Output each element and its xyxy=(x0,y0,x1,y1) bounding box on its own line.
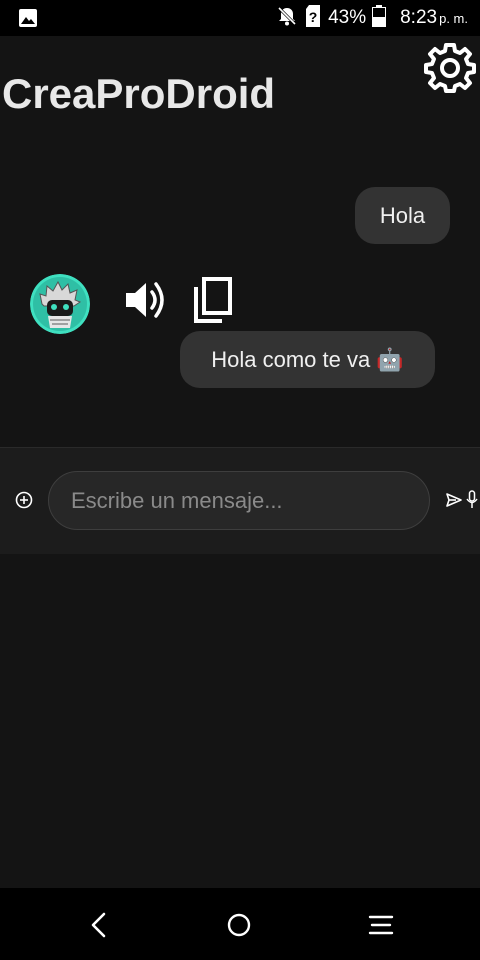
user-message-text: Hola xyxy=(379,202,426,228)
add-circle-icon xyxy=(15,491,33,509)
menu-button[interactable] xyxy=(364,908,398,942)
home-button[interactable] xyxy=(222,908,256,942)
back-button[interactable] xyxy=(82,908,116,942)
mic-button[interactable] xyxy=(466,490,478,510)
attach-button[interactable] xyxy=(14,490,34,510)
status-bar: ? 43% 8:23 p. m. xyxy=(0,0,480,36)
battery-icon xyxy=(372,4,387,32)
menu-icon xyxy=(368,915,394,935)
navigation-bar xyxy=(0,888,480,960)
gear-icon xyxy=(424,43,476,93)
svg-text:?: ? xyxy=(309,9,318,25)
notifications-off-icon xyxy=(276,5,298,32)
image-icon xyxy=(18,8,38,33)
clock-ampm: p. m. xyxy=(439,11,468,26)
back-icon xyxy=(91,912,106,938)
home-icon xyxy=(227,913,251,937)
mic-icon xyxy=(466,490,478,508)
settings-button[interactable] xyxy=(424,41,476,93)
clock-time: 8:23 xyxy=(400,7,438,28)
message-input[interactable] xyxy=(48,471,430,530)
speak-message-button[interactable] xyxy=(122,278,170,322)
bot-avatar xyxy=(30,274,90,334)
send-button[interactable] xyxy=(445,491,463,509)
copy-icon xyxy=(194,277,232,323)
bot-message-bubble: Hola como te va 🤖 xyxy=(180,331,435,388)
no-sim-icon: ? xyxy=(304,4,322,33)
send-icon xyxy=(446,493,462,507)
bot-message-text: Hola como te va 🤖 xyxy=(211,346,404,372)
app-title: CreaProDroid xyxy=(2,70,276,117)
speaker-icon xyxy=(126,282,164,318)
copy-message-button[interactable] xyxy=(190,275,236,325)
battery-percent: 43% xyxy=(328,7,367,28)
user-message-bubble: Hola xyxy=(355,187,450,244)
